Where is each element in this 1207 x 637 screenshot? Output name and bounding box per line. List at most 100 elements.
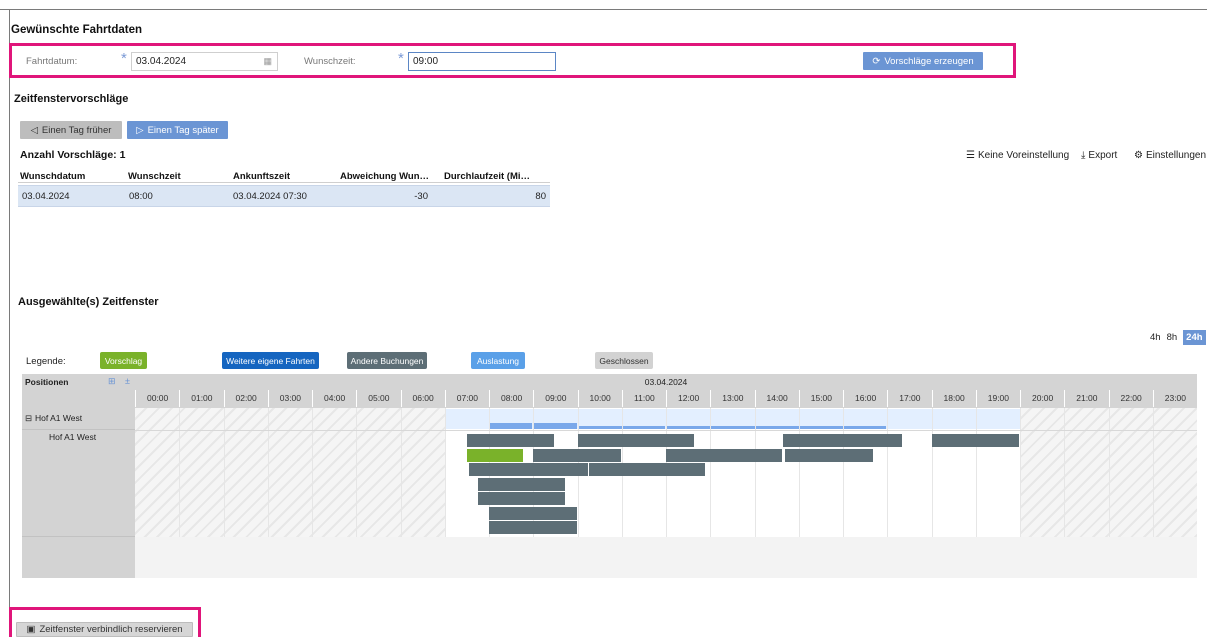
frame-left-border xyxy=(9,9,10,637)
hour-header-spacer xyxy=(22,390,135,408)
reserve-button[interactable]: ▣ Zeitfenster verbindlich reservieren xyxy=(16,622,193,637)
hour-label: 07:00 xyxy=(444,390,489,407)
hour-label: 04:00 xyxy=(312,390,356,407)
utilization-bar xyxy=(490,423,533,429)
booking-bar[interactable] xyxy=(477,477,566,491)
date-label: Fahrtdatum: xyxy=(26,56,78,67)
hour-gridline xyxy=(975,408,977,537)
prev-day-button[interactable]: ◁ Einen Tag früher xyxy=(20,121,122,139)
preset-label: Keine Voreinstellung xyxy=(977,150,1070,161)
hour-label: 11:00 xyxy=(621,390,666,407)
cell-abweichung: -30 xyxy=(414,191,428,202)
hour-gridline xyxy=(887,408,889,537)
settings-button[interactable]: ⚙ Einstellungen xyxy=(1134,150,1206,161)
hour-gridline xyxy=(710,408,712,537)
hour-gridline xyxy=(754,408,756,537)
proposal-bar[interactable] xyxy=(466,448,524,462)
col-header-durchlaufzeit[interactable]: Durchlaufzeit (Mi… xyxy=(444,171,530,182)
cell-ankunftszeit: 03.04.2024 07:30 xyxy=(233,191,307,202)
proposals-title: Zeitfenstervorschläge xyxy=(14,93,129,105)
sliders-icon: ☰ xyxy=(966,150,975,161)
hour-gridline xyxy=(267,408,269,537)
gantt-chart: Positionen ⊞ ± 03.04.2024 00:00 01:00 02:0… xyxy=(22,374,1197,578)
empty-timeline-row xyxy=(135,537,1197,578)
gantt-timeline xyxy=(135,408,1197,537)
calendar-icon[interactable]: ▦ xyxy=(263,56,272,67)
booking-bar[interactable] xyxy=(931,434,1019,447)
col-header-abweichung[interactable]: Abweichung Wun… xyxy=(340,171,429,182)
legend-item: Auslastung xyxy=(471,352,525,369)
legend-item: Weitere eigene Fahrten xyxy=(222,352,319,369)
hour-gridline xyxy=(798,408,800,537)
prev-day-label: Einen Tag früher xyxy=(41,124,112,136)
time-required-marker: * xyxy=(398,50,404,67)
hour-gridline xyxy=(1108,408,1110,537)
booking-bar[interactable] xyxy=(469,463,588,476)
date-required-marker: * xyxy=(121,50,127,67)
booking-bar[interactable] xyxy=(533,448,621,462)
time-input[interactable]: 09:00 xyxy=(408,52,556,71)
booking-bar[interactable] xyxy=(489,521,577,534)
hour-gridline xyxy=(444,408,446,537)
table-row[interactable]: 03.04.2024 08:00 03.04.2024 07:30 -30 80 xyxy=(18,185,550,207)
next-day-button[interactable]: ▷ Einen Tag später xyxy=(127,121,228,139)
gear-icon: ⚙ xyxy=(1134,150,1143,161)
utilization-bar xyxy=(667,426,887,429)
collapse-icon[interactable]: ⊟ xyxy=(25,413,32,424)
hour-label: 20:00 xyxy=(1020,390,1064,407)
hour-label: 14:00 xyxy=(754,390,799,407)
legend-item: Geschlossen xyxy=(595,352,653,369)
booking-bar[interactable] xyxy=(577,434,694,447)
hour-gridline xyxy=(843,408,844,537)
proposal-count: Anzahl Vorschläge: 1 xyxy=(20,149,126,161)
date-input-value: 03.04.2024 xyxy=(136,56,187,67)
legend-item: Vorschlag xyxy=(100,352,147,369)
reserve-icon: ▣ xyxy=(26,624,36,635)
hour-label: 17:00 xyxy=(887,390,931,407)
cell-wunschdatum: 03.04.2024 xyxy=(22,191,70,202)
hour-label: 06:00 xyxy=(400,390,445,407)
hour-label: 01:00 xyxy=(179,390,223,407)
zoom-8h[interactable]: 8h xyxy=(1167,332,1178,343)
preset-menu[interactable]: ☰ Keine Voreinstellung xyxy=(966,150,1069,161)
time-input-value: 09:00 xyxy=(413,56,439,67)
booking-bar[interactable] xyxy=(466,434,555,447)
selected-window-title: Ausgewählte(s) Zeitfenster xyxy=(18,296,159,308)
booking-bar[interactable] xyxy=(489,506,577,520)
zoom-4h[interactable]: 4h xyxy=(1150,332,1161,343)
hour-gridline xyxy=(356,408,358,537)
download-icon: ⤓ xyxy=(1081,150,1086,161)
export-button[interactable]: ⤓ Export xyxy=(1081,150,1117,161)
settings-label: Einstellungen xyxy=(1145,150,1207,161)
cell-durchlaufzeit: 80 xyxy=(535,191,546,202)
booking-bar[interactable] xyxy=(588,463,705,476)
booking-bar[interactable] xyxy=(783,434,902,447)
hour-label: 19:00 xyxy=(975,390,1020,407)
cell-wunschzeit: 08:00 xyxy=(129,191,153,202)
legend-item: Andere Buchungen xyxy=(347,352,427,369)
hour-gridline xyxy=(400,408,402,537)
col-header-wunschzeit[interactable]: Wunschzeit xyxy=(128,171,181,182)
booking-bar[interactable] xyxy=(785,448,873,462)
export-label: Export xyxy=(1088,150,1118,161)
generate-proposals-button[interactable]: ⟳ Vorschläge erzeugen xyxy=(863,52,983,70)
col-header-wunschdatum[interactable]: Wunschdatum xyxy=(20,171,85,182)
hour-label: 23:00 xyxy=(1152,390,1197,407)
group-row-label[interactable]: ⊟ Hof A1 West xyxy=(22,408,135,430)
col-header-ankunftszeit[interactable]: Ankunftszeit xyxy=(233,171,290,182)
group-label: Hof A1 West xyxy=(35,413,83,423)
booking-bar[interactable] xyxy=(666,448,783,462)
table-header-divider xyxy=(18,182,550,183)
utilization-bar xyxy=(534,423,577,429)
hour-label: 18:00 xyxy=(931,390,976,407)
booking-bar[interactable] xyxy=(477,492,566,505)
hour-gridline xyxy=(223,408,225,537)
zoom-24h[interactable]: 24h xyxy=(1183,330,1206,345)
date-input[interactable]: 03.04.2024 ▦ xyxy=(131,52,278,71)
reserve-label: Zeitfenster verbindlich reservieren xyxy=(39,624,183,635)
hour-label: 03:00 xyxy=(267,390,312,407)
hour-label: 15:00 xyxy=(798,390,843,407)
closed-area xyxy=(135,408,445,537)
gantt-date: 03.04.2024 xyxy=(644,377,688,387)
hour-gridline xyxy=(179,408,181,537)
